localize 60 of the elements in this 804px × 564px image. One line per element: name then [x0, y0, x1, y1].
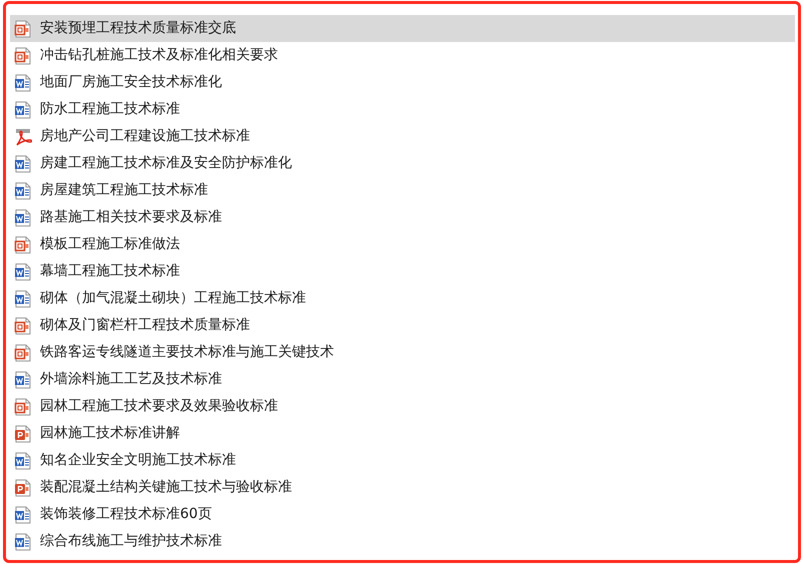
file-name: 园林施工技术标准讲解 — [40, 424, 180, 443]
document-icon — [14, 262, 32, 280]
slides-icon — [14, 46, 32, 64]
file-name: 地面厂房施工安全技术标准化 — [40, 73, 222, 92]
document-icon — [14, 452, 32, 470]
file-row[interactable]: 房建工程施工技术标准及安全防护标准化 — [10, 150, 795, 177]
file-row[interactable]: 冲击钻孔桩施工技术及标准化相关要求 — [10, 42, 795, 69]
file-name: 模板工程施工标准做法 — [40, 235, 180, 254]
file-name: 房地产公司工程建设施工技术标准 — [40, 127, 250, 146]
file-row[interactable]: 园林施工技术标准讲解 — [10, 420, 795, 447]
file-name: 知名企业安全文明施工技术标准 — [40, 451, 236, 470]
file-name: 园林工程施工技术要求及效果验收标准 — [40, 397, 278, 416]
slides-icon — [14, 20, 32, 38]
file-name: 防水工程施工技术标准 — [40, 100, 180, 119]
slides-icon — [14, 316, 32, 334]
file-name: 砌体（加气混凝土砌块）工程施工技术标准 — [40, 289, 306, 308]
document-icon — [14, 154, 32, 172]
document-icon — [14, 100, 32, 118]
file-row[interactable]: 铁路客运专线隧道主要技术标准与施工关键技术 — [10, 339, 795, 366]
document-icon — [14, 532, 32, 550]
file-row[interactable]: 路基施工相关技术要求及标准 — [10, 204, 795, 231]
file-row[interactable]: 防水工程施工技术标准 — [10, 96, 795, 123]
document-icon — [14, 290, 32, 308]
document-icon — [14, 74, 32, 92]
file-row[interactable]: 安装预埋工程技术质量标准交底 — [10, 15, 795, 42]
file-name: 房屋建筑工程施工技术标准 — [40, 181, 208, 200]
file-name: 幕墙工程施工技术标准 — [40, 262, 180, 281]
file-row[interactable]: 砌体及门窗栏杆工程技术质量标准 — [10, 312, 795, 339]
file-row[interactable]: 幕墙工程施工技术标准 — [10, 258, 795, 285]
document-icon — [14, 506, 32, 524]
document-icon — [14, 370, 32, 388]
file-row[interactable]: 装配混凝土结构关键施工技术与验收标准 — [10, 474, 795, 501]
file-row[interactable]: 装饰装修工程技术标准60页 — [10, 501, 795, 528]
file-row[interactable]: 地面厂房施工安全技术标准化 — [10, 69, 795, 96]
file-name: 综合布线施工与维护技术标准 — [40, 532, 222, 551]
file-row[interactable]: 外墙涂料施工工艺及技术标准 — [10, 366, 795, 393]
file-name: 装饰装修工程技术标准60页 — [40, 505, 212, 524]
pdf-icon — [14, 128, 32, 146]
document-icon — [14, 182, 32, 200]
file-row[interactable]: 砌体（加气混凝土砌块）工程施工技术标准 — [10, 285, 795, 312]
file-row[interactable]: 房地产公司工程建设施工技术标准 — [10, 123, 795, 150]
file-row[interactable]: 园林工程施工技术要求及效果验收标准 — [10, 393, 795, 420]
file-name: 冲击钻孔桩施工技术及标准化相关要求 — [40, 46, 278, 65]
file-name: 外墙涂料施工工艺及技术标准 — [40, 370, 222, 389]
file-name: 装配混凝土结构关键施工技术与验收标准 — [40, 478, 292, 497]
file-row[interactable]: 知名企业安全文明施工技术标准 — [10, 447, 795, 474]
file-row[interactable]: 综合布线施工与维护技术标准 — [10, 528, 795, 555]
file-name: 路基施工相关技术要求及标准 — [40, 208, 222, 227]
slides-icon — [14, 344, 32, 362]
file-row[interactable]: 模板工程施工标准做法 — [10, 231, 795, 258]
file-row[interactable]: 房屋建筑工程施工技术标准 — [10, 177, 795, 204]
file-name: 砌体及门窗栏杆工程技术质量标准 — [40, 316, 250, 335]
slides-icon — [14, 478, 32, 496]
file-name: 房建工程施工技术标准及安全防护标准化 — [40, 154, 292, 173]
document-icon — [14, 208, 32, 226]
file-name: 安装预埋工程技术质量标准交底 — [40, 19, 236, 38]
file-name: 铁路客运专线隧道主要技术标准与施工关键技术 — [40, 343, 334, 362]
slides-icon — [14, 424, 32, 442]
slides-icon — [14, 236, 32, 254]
slides-icon — [14, 398, 32, 416]
